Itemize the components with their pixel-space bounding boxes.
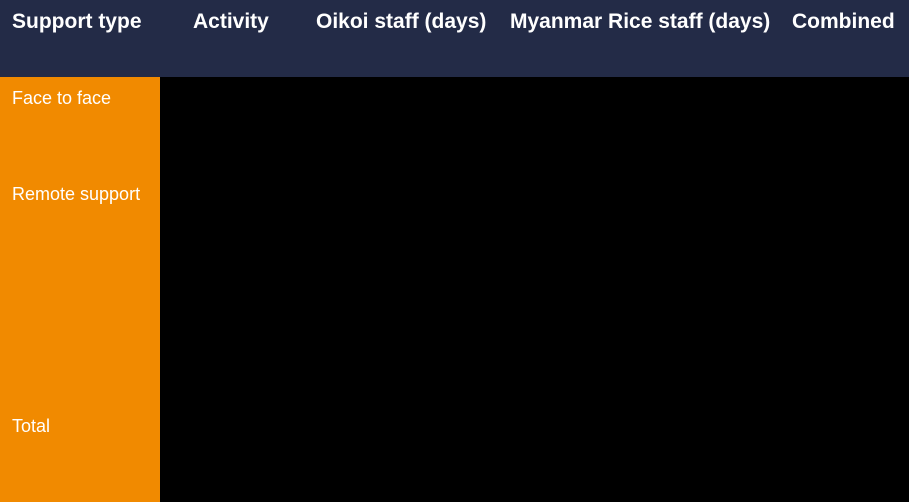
table-row bbox=[160, 405, 909, 502]
column-header-activity[interactable]: Activity bbox=[193, 9, 269, 35]
row-label-column: Face to face Remote support Total bbox=[0, 77, 160, 502]
column-header-support-type[interactable]: Support type bbox=[12, 9, 142, 35]
table-row bbox=[160, 77, 909, 173]
row-label-remote-support: Remote support bbox=[12, 184, 141, 204]
table-row bbox=[160, 173, 909, 405]
column-header-combined[interactable]: Combined bbox=[792, 9, 895, 35]
row-label-face-to-face: Face to face bbox=[12, 88, 112, 108]
support-type-table: Support type Activity Oikoi staff (days)… bbox=[0, 0, 909, 502]
column-header-myanmar-rice-staff-days[interactable]: Myanmar Rice staff (days) bbox=[510, 9, 770, 35]
table-header-row: Support type Activity Oikoi staff (days)… bbox=[0, 0, 909, 77]
row-label-total: Total bbox=[12, 416, 51, 436]
table-body bbox=[160, 77, 909, 502]
column-header-oikoi-staff-days[interactable]: Oikoi staff (days) bbox=[316, 9, 486, 35]
